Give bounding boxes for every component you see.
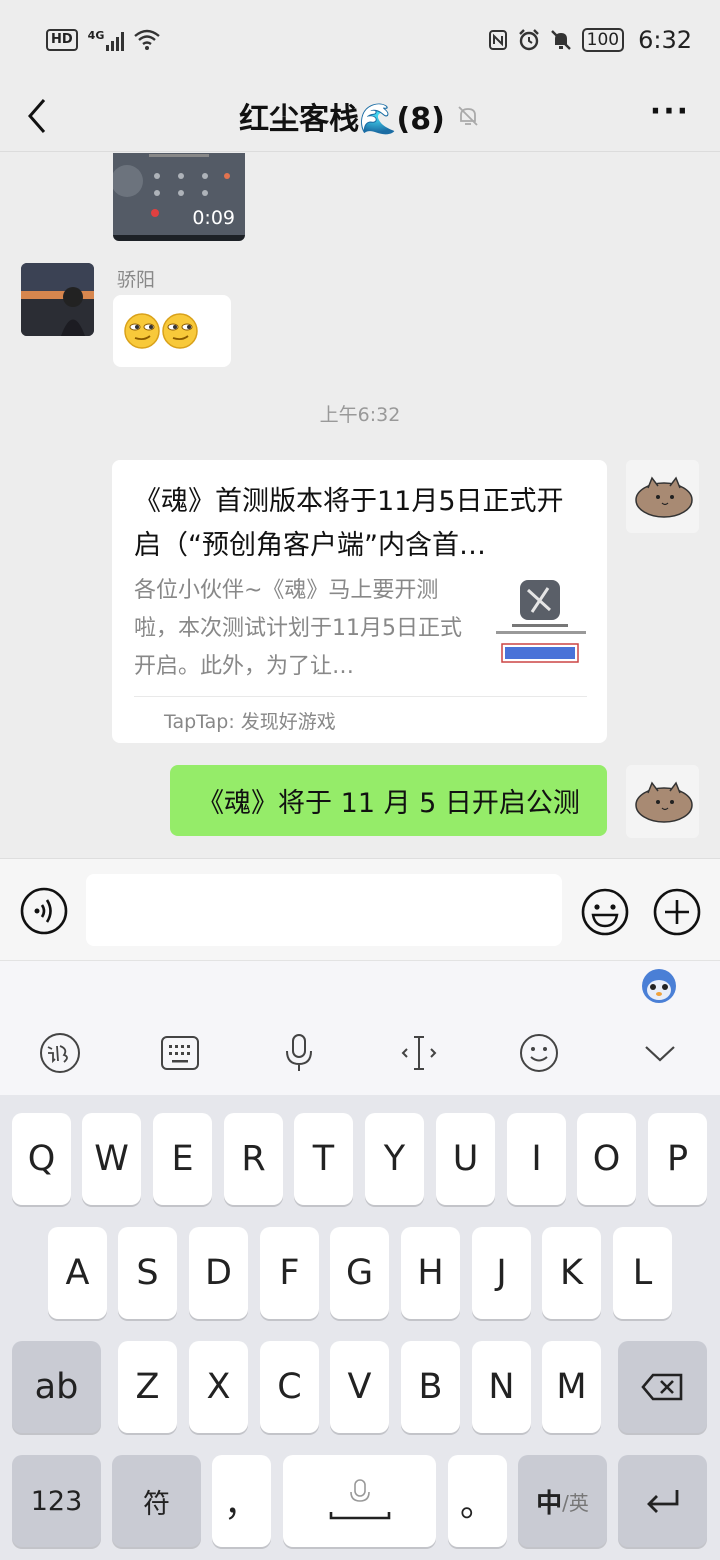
key-d[interactable]: D (189, 1227, 248, 1319)
message-input-bar (0, 858, 720, 961)
mic-icon[interactable] (277, 1031, 321, 1075)
chat-title-group: 红尘客栈🌊(8) (239, 94, 481, 138)
emoji-button[interactable] (580, 887, 630, 937)
signal-icon: 4G (88, 29, 125, 51)
link-card-message[interactable]: 《魂》首测版本将于11月5日正式开启（“预创角客户端”内含首… 各位小伙伴~《魂… (112, 460, 607, 743)
key-y[interactable]: Y (365, 1113, 424, 1205)
avatar[interactable] (21, 263, 94, 336)
my-avatar[interactable] (626, 460, 699, 533)
key-w[interactable]: W (82, 1113, 141, 1205)
handwriting-icon[interactable] (38, 1031, 82, 1075)
key-g[interactable]: G (330, 1227, 389, 1319)
nfc-icon (488, 30, 507, 50)
key-u[interactable]: U (436, 1113, 495, 1205)
key-s[interactable]: S (118, 1227, 177, 1319)
space-mic-icon (329, 1479, 390, 1520)
wifi-icon (134, 29, 161, 50)
chat-title: 红尘客栈🌊(8) (239, 101, 445, 137)
voice-input-button[interactable] (20, 887, 68, 935)
smirk-emoji-icon (124, 313, 198, 349)
space-key[interactable] (283, 1455, 436, 1547)
chat-messages[interactable]: 0:09 骄阳 上午6:32 《魂》首测版本将于11月5日正式开启（“预创角客户… (0, 153, 720, 858)
lang-main-label: 中 (536, 1488, 563, 1519)
lang-alt-label: /英 (562, 1490, 589, 1515)
key-j[interactable]: J (472, 1227, 531, 1319)
link-card-title: 《魂》首测版本将于11月5日正式开启（“预创角客户端”内含首… (134, 486, 564, 561)
key-123[interactable]: 123 (12, 1455, 101, 1547)
avatar-image (21, 263, 94, 336)
key-k[interactable]: K (542, 1227, 601, 1319)
network-type: 4G (87, 29, 105, 42)
link-card-description: 各位小伙伴~《魂》马上要开测啦，本次测试计划于11月5日正式开启。此外，为了让… (134, 578, 462, 679)
alarm-icon (518, 29, 539, 51)
key-x[interactable]: X (189, 1341, 248, 1433)
sent-message-text: 《魂》将于 11 月 5 日开启公测 (197, 788, 580, 819)
key-t[interactable]: T (294, 1113, 353, 1205)
message-timestamp: 上午6:32 (319, 404, 401, 426)
key-v[interactable]: V (330, 1341, 389, 1433)
video-message[interactable]: 0:09 (113, 153, 245, 241)
back-button[interactable] (20, 94, 60, 138)
cat-avatar-icon (626, 765, 699, 838)
key-z[interactable]: Z (118, 1341, 177, 1433)
chat-header: 红尘客栈🌊(8) ··· (0, 80, 720, 152)
ime-toolbar (0, 961, 720, 1095)
key-f[interactable]: F (260, 1227, 319, 1319)
language-switch-key[interactable]: 中/英 (518, 1455, 607, 1547)
sender-name: 骄阳 (117, 269, 156, 291)
enter-icon (646, 1490, 678, 1513)
ime-mascot-icon[interactable] (640, 967, 678, 1005)
keyboard-icon[interactable] (158, 1031, 202, 1075)
message-text-input[interactable] (86, 874, 562, 946)
key-period[interactable]: 。 (448, 1455, 507, 1547)
sent-message-bubble[interactable]: 《魂》将于 11 月 5 日开启公测 (170, 765, 607, 836)
cursor-icon[interactable] (397, 1031, 441, 1075)
mute-bell-icon (550, 30, 571, 50)
key-b[interactable]: B (401, 1341, 460, 1433)
video-duration: 0:09 (192, 207, 235, 229)
my-avatar[interactable] (626, 765, 699, 838)
status-time: 6:32 (638, 26, 692, 54)
status-right: 100 6:32 (488, 26, 692, 54)
key-symbols[interactable]: 符 (112, 1455, 201, 1547)
backspace-key[interactable] (618, 1341, 707, 1433)
backspace-icon (640, 1373, 682, 1401)
key-m[interactable]: M (542, 1341, 601, 1433)
smiley-icon[interactable] (517, 1031, 561, 1075)
enter-key[interactable] (618, 1455, 707, 1547)
key-i[interactable]: I (507, 1113, 566, 1205)
key-a[interactable]: A (48, 1227, 107, 1319)
key-n[interactable]: N (472, 1341, 531, 1433)
key-comma[interactable]: ， (212, 1455, 271, 1547)
more-options-button[interactable]: ··· (650, 97, 690, 127)
keyboard: Q W E R T Y U I O P A S D F G H J K L ab… (0, 1095, 720, 1560)
status-left: HD 4G (46, 29, 161, 51)
chevron-down-icon[interactable] (638, 1031, 682, 1075)
cat-avatar-icon (626, 460, 699, 533)
emoji-message-bubble[interactable] (113, 295, 231, 367)
key-r[interactable]: R (224, 1113, 283, 1205)
link-card-thumbnail (492, 578, 588, 668)
mute-notification-icon (458, 105, 478, 126)
key-l[interactable]: L (613, 1227, 672, 1319)
key-p[interactable]: P (648, 1113, 707, 1205)
status-bar: HD 4G 100 6:32 (0, 0, 720, 80)
key-c[interactable]: C (260, 1341, 319, 1433)
key-q[interactable]: Q (12, 1113, 71, 1205)
hd-badge: HD (46, 29, 78, 51)
link-card-source: TapTap: 发现好游戏 (134, 696, 587, 734)
key-h[interactable]: H (401, 1227, 460, 1319)
battery-icon: 100 (581, 28, 625, 52)
key-e[interactable]: E (153, 1113, 212, 1205)
plus-button[interactable] (652, 887, 702, 937)
key-ab[interactable]: ab (12, 1341, 101, 1433)
key-o[interactable]: O (577, 1113, 636, 1205)
